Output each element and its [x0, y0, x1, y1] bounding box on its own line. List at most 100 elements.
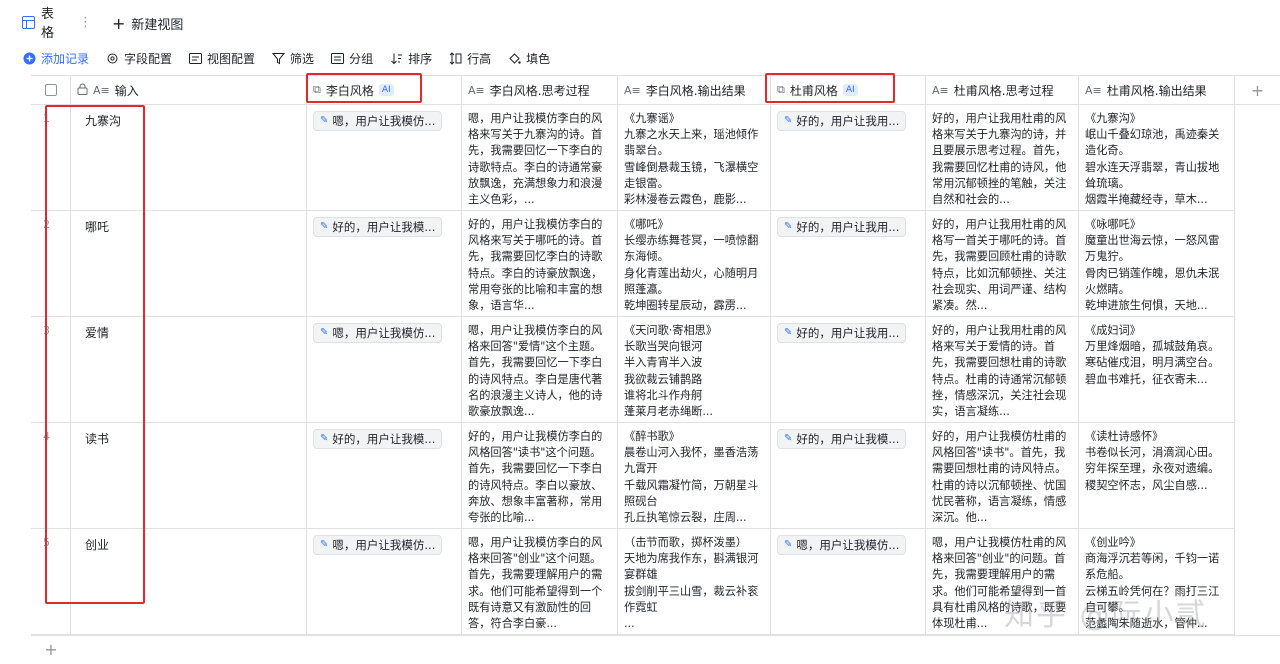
column-header-libai-think[interactable]: A≡ 李白风格.思考过程	[462, 76, 618, 105]
ai-result-chip[interactable]: ✎ 好的，用户让我用...	[777, 323, 907, 343]
grid-bottom-border	[31, 635, 1280, 636]
think-text: 嗯，用户让我模仿李白的风格来回答"创业"这个问题。首先，我需要理解用户的需求。他…	[468, 536, 603, 631]
add-record-button[interactable]: 添加记录	[22, 50, 89, 67]
cell-dufu-output[interactable]: 《成妇词》 万里烽烟暗，孤城鼓角哀。 寒砧催戍泪，明月满空台。 碧血书难托，征衣…	[1079, 317, 1235, 423]
tab-table-view[interactable]: 表格 ⋮	[14, 7, 100, 41]
sort-button[interactable]: 排序	[389, 50, 432, 67]
cell-input[interactable]: 哪吒	[71, 211, 307, 317]
sort-icon	[389, 51, 403, 65]
filter-label: 筛选	[290, 51, 315, 66]
ai-result-chip[interactable]: ✎ 好的，用户让我用...	[777, 111, 907, 131]
output-text: 《九寨谣》 九寨之水天上来，瑶池倾作翡翠台。 雪峰倒悬裁玉镜，飞瀑横空走银雷。 …	[624, 112, 759, 207]
filter-icon	[271, 51, 285, 65]
cell-dufu-style[interactable]: ✎ 嗯，用户让我模仿...	[771, 529, 926, 635]
cell-libai-output[interactable]: 《哪吒》 长缨赤练舞苍冥，一喷惊翻东海倾。 身化青莲出劫火，心随明月照蓬瀛。 乾…	[618, 211, 771, 317]
cell-dufu-style[interactable]: ✎ 好的，用户让我模...	[771, 423, 926, 529]
column-label-libai-think: 李白风格.思考过程	[489, 83, 590, 98]
column-header-libai-output[interactable]: A≡ 李白风格.输出结果	[618, 76, 771, 105]
cell-libai-output[interactable]: 《九寨谣》 九寨之水天上来，瑶池倾作翡翠台。 雪峰倒悬裁玉镜，飞瀑横空走银雷。 …	[618, 105, 771, 211]
lock-icon	[77, 83, 88, 98]
cell-libai-output[interactable]: （击节而歌，掷杯泼墨） 天地为席我作东，斟满银河宴群雄 拔剑削平三山雪，裁云补衮…	[618, 529, 771, 635]
cell-dufu-output[interactable]: 《咏哪吒》 魔童出世海云惊，一怒风雷万鬼狞。 骨肉已销莲作魄，恩仇未泯火燃睛。 …	[1079, 211, 1235, 317]
cell-input[interactable]: 创业	[71, 529, 307, 635]
cell-dufu-style[interactable]: ✎ 好的，用户让我用...	[771, 105, 926, 211]
data-grid: A≡ 输入 ⧉ 李白风格 AI A≡ 李白风格.思考过程 A≡ 李白风格.输出结…	[31, 75, 1280, 635]
think-text: 嗯，用户让我模仿李白的风格来写关于九寨沟的诗。首先，我需要回忆一下李白的诗歌特点…	[468, 112, 603, 207]
think-text: 好的，用户让我模仿李白的风格回答"读书"这个问题。首先，我需要回忆一下李白的诗风…	[468, 430, 603, 525]
column-header-input[interactable]: A≡ 输入	[71, 76, 307, 105]
column-label-input: 输入	[114, 83, 139, 98]
column-header-libai-style[interactable]: ⧉ 李白风格 AI	[307, 76, 462, 105]
ai-result-chip[interactable]: ✎ 好的，用户让我模...	[313, 217, 443, 237]
cell-dufu-style[interactable]: ✎ 好的，用户让我用...	[771, 317, 926, 423]
cell-input[interactable]: 九寨沟	[71, 105, 307, 211]
filter-button[interactable]: 筛选	[271, 50, 314, 67]
select-all-checkbox[interactable]	[44, 84, 57, 96]
cell-dufu-think[interactable]: 好的，用户让我用杜甫的风格来写关于爱情的诗。首先，我需要回想杜甫的诗歌特点。杜甫…	[926, 317, 1079, 423]
output-text: 《哪吒》 长缨赤练舞苍冥，一喷惊翻东海倾。 身化青莲出劫火，心随明月照蓬瀛。 乾…	[624, 218, 759, 313]
grid-icon	[22, 15, 35, 29]
text-field-icon: A≡	[932, 83, 949, 97]
ai-result-chip[interactable]: ✎ 好的，用户让我用...	[777, 217, 907, 237]
add-circle-icon	[22, 51, 36, 65]
column-label-dufu-style: 杜甫风格	[789, 83, 838, 98]
think-text: 好的，用户让我用杜甫的风格来写关于九寨沟的诗，并且要展示思考过程。首先，我需要回…	[932, 112, 1067, 207]
more-icon[interactable]: ⋮	[79, 15, 92, 30]
ai-result-chip[interactable]: ✎ 嗯，用户让我模仿...	[313, 323, 443, 343]
view-config-label: 视图配置	[207, 51, 256, 66]
ai-spark-icon: ✎	[784, 114, 793, 126]
output-text: 《醉书歌》 晨卷山河入我怀，墨香浩荡九霄开 千载风霜凝竹简，万朝星斗照砚台 孔丘…	[624, 430, 759, 525]
sort-label: 排序	[408, 51, 433, 66]
cell-libai-think[interactable]: 好的，用户让我模仿李白的风格回答"读书"这个问题。首先，我需要回忆一下李白的诗风…	[462, 423, 618, 529]
cell-libai-style[interactable]: ✎ 嗯，用户让我模仿...	[307, 105, 462, 211]
add-column-button[interactable]: +	[1235, 76, 1280, 105]
ai-result-chip[interactable]: ✎ 好的，用户让我模...	[313, 429, 443, 449]
cell-libai-output[interactable]: 《醉书歌》 晨卷山河入我怀，墨香浩荡九霄开 千载风霜凝竹简，万朝星斗照砚台 孔丘…	[618, 423, 771, 529]
cell-libai-output[interactable]: 《天问歌·寄相思》 长歌当哭向银河 半入青宵半入波 我欲裁云铺鹊路 谁将北斗作舟…	[618, 317, 771, 423]
ai-result-chip[interactable]: ✎ 嗯，用户让我模仿...	[313, 535, 443, 555]
cell-dufu-think[interactable]: 好的，用户让我模仿杜甫的风格回答"读书"。首先，我需要回想杜甫的诗风特点。杜甫的…	[926, 423, 1079, 529]
cell-libai-think[interactable]: 好的，用户让我模仿李白的风格来写关于哪吒的诗。首先，我需要回忆李白的诗歌特点。李…	[462, 211, 618, 317]
add-row-button[interactable]: +	[31, 636, 71, 662]
cell-libai-style[interactable]: ✎ 嗯，用户让我模仿...	[307, 529, 462, 635]
plus-icon: +	[1250, 80, 1265, 100]
toolbar: 添加记录 字段配置 视图配置 筛选 分组 排序 行高 填色	[0, 44, 1280, 72]
column-header-dufu-think[interactable]: A≡ 杜甫风格.思考过程	[926, 76, 1079, 105]
new-view-button[interactable]: + 新建视图	[112, 14, 183, 33]
row-height-button[interactable]: 行高	[448, 50, 491, 67]
cell-dufu-output[interactable]: 《读杜诗感怀》 书卷似长河，涓滴润心田。 穷年探至理，永夜对遗编。 稷契空怀志，…	[1079, 423, 1235, 529]
cell-dufu-output[interactable]: 《九寨沟》 岷山千叠幻琼池，禹迹秦关造化奇。 碧水连天浮翡翠，青山拔地耸琉璃。 …	[1079, 105, 1235, 211]
cell-libai-think[interactable]: 嗯，用户让我模仿李白的风格来回答"创业"这个问题。首先，我需要理解用户的需求。他…	[462, 529, 618, 635]
ai-spark-icon: ✎	[320, 432, 329, 444]
think-text: 好的，用户让我模仿杜甫的风格回答"读书"。首先，我需要回想杜甫的诗风特点。杜甫的…	[932, 430, 1067, 525]
cell-dufu-think[interactable]: 好的，用户让我用杜甫的风格来写关于九寨沟的诗，并且要展示思考过程。首先，我需要回…	[926, 105, 1079, 211]
cell-dufu-style[interactable]: ✎ 好的，用户让我用...	[771, 211, 926, 317]
cell-dufu-think[interactable]: 好的，用户让我用杜甫的风格写一首关于哪吒的诗。首先，我需要回顾杜甫的诗歌特点，比…	[926, 211, 1079, 317]
cell-libai-style[interactable]: ✎ 好的，用户让我模...	[307, 423, 462, 529]
column-header-dufu-output[interactable]: A≡ 杜甫风格.输出结果	[1079, 76, 1235, 105]
ai-result-chip[interactable]: ✎ 嗯，用户让我模仿...	[777, 535, 907, 555]
ai-result-chip[interactable]: ✎ 好的，用户让我模...	[777, 429, 907, 449]
think-text: 好的，用户让我用杜甫的风格来写关于爱情的诗。首先，我需要回想杜甫的诗歌特点。杜甫…	[932, 324, 1067, 419]
chip-label: 好的，用户让我模...	[332, 431, 436, 446]
row-number: 4	[31, 423, 71, 529]
cell-input[interactable]: 爱情	[71, 317, 307, 423]
cell-libai-style[interactable]: ✎ 好的，用户让我模...	[307, 211, 462, 317]
view-tab-bar: 表格 ⋮ + 新建视图	[0, 0, 1280, 44]
cell-libai-style[interactable]: ✎ 嗯，用户让我模仿...	[307, 317, 462, 423]
cell-input[interactable]: 读书	[71, 423, 307, 529]
fill-color-button[interactable]: 填色	[507, 50, 550, 67]
cell-libai-think[interactable]: 嗯，用户让我模仿李白的风格来写关于九寨沟的诗。首先，我需要回忆一下李白的诗歌特点…	[462, 105, 618, 211]
field-config-button[interactable]: 字段配置	[105, 50, 172, 67]
column-header-dufu-style[interactable]: ⧉ 杜甫风格 AI	[771, 76, 926, 105]
plus-icon: +	[112, 13, 126, 33]
view-config-button[interactable]: 视图配置	[188, 50, 255, 67]
ai-badge: AI	[842, 84, 858, 96]
ai-result-chip[interactable]: ✎ 嗯，用户让我模仿...	[313, 111, 443, 131]
ai-badge: AI	[378, 84, 394, 96]
cell-libai-think[interactable]: 嗯，用户让我模仿李白的风格来回答"爱情"这个主题。首先，我需要回忆一下李白的诗风…	[462, 317, 618, 423]
group-button[interactable]: 分组	[330, 50, 373, 67]
output-text: 《九寨沟》 岷山千叠幻琼池，禹迹秦关造化奇。 碧水连天浮翡翠，青山拔地耸琉璃。 …	[1085, 112, 1220, 207]
paint-bucket-icon	[507, 51, 521, 65]
select-all-header[interactable]	[31, 76, 71, 105]
